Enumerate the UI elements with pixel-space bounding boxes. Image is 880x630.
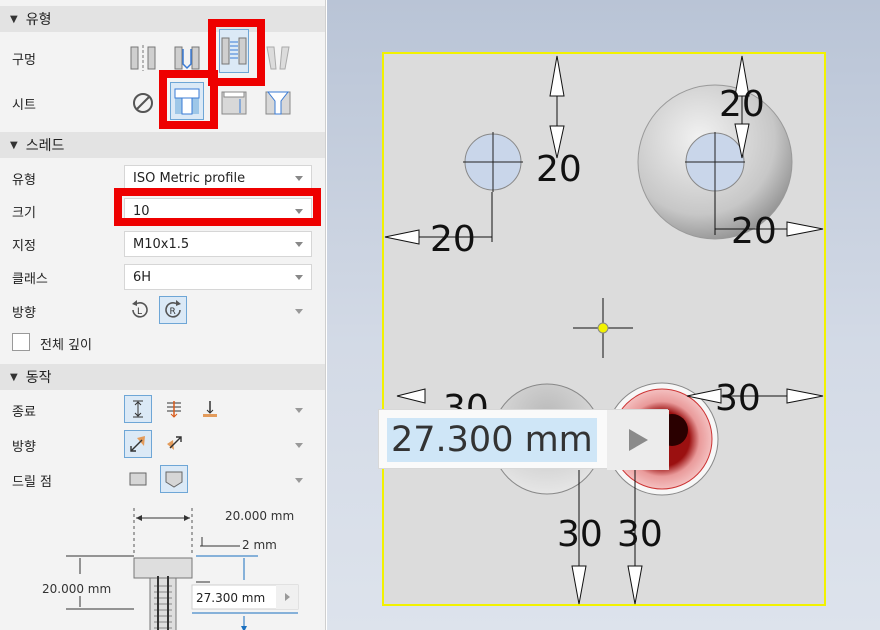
left-hand-thread-icon[interactable]: L: [126, 296, 154, 324]
dropdown-caret-icon: [295, 176, 303, 181]
distance-termination-icon[interactable]: [124, 395, 152, 423]
dimension-label[interactable]: 20: [719, 84, 765, 125]
default-direction-icon[interactable]: [124, 430, 152, 458]
dimension-label[interactable]: 20: [731, 211, 777, 252]
dimension-label[interactable]: 20: [430, 219, 476, 260]
collapse-triangle-icon: ▼: [10, 139, 18, 151]
section-thread-header[interactable]: ▼ 스레드: [0, 132, 325, 158]
center-point[interactable]: [597, 322, 609, 334]
value-input-popup[interactable]: 27.300 mm: [378, 409, 669, 470]
seat-label: 시트: [12, 98, 36, 113]
dropdown-caret-icon: [295, 242, 303, 247]
dimension-label[interactable]: 30: [557, 514, 603, 555]
expand-caret-icon[interactable]: [295, 478, 303, 483]
expand-caret-icon[interactable]: [295, 443, 303, 448]
dropdown-caret-icon: [295, 275, 303, 280]
collapse-triangle-icon: ▼: [10, 371, 18, 383]
flipped-direction-icon[interactable]: [160, 430, 188, 458]
hole-section-diagram: 20.000 mm 2 mm 20.000 mm 27.300 mm: [42, 508, 299, 630]
spotface-icon[interactable]: [219, 88, 249, 118]
section-title: 동작: [25, 370, 52, 386]
class-dropdown[interactable]: 6H: [124, 264, 312, 290]
sketch-canvas[interactable]: 20 20 20 20 30 30 30 30: [327, 0, 880, 630]
dia-dimension-text[interactable]: 20.000 mm: [225, 509, 294, 523]
hole-properties-panel: ▼ 유형 구멍 시트 ▼ 스레드 유형 ISO Metric profile 크…: [0, 0, 326, 630]
through-all-icon[interactable]: [160, 395, 188, 423]
designation-value: M10x1.5: [133, 236, 190, 252]
section-behavior-header[interactable]: ▼ 동작: [0, 364, 325, 390]
apply-button[interactable]: [607, 410, 669, 470]
countersink-icon[interactable]: [263, 88, 293, 118]
thread-depth-field-text[interactable]: 27.300 mm: [196, 591, 265, 605]
hole-label: 구멍: [12, 53, 36, 68]
svg-text:L: L: [137, 307, 142, 317]
collapse-triangle-icon: ▼: [10, 13, 18, 25]
to-face-icon[interactable]: [196, 395, 224, 423]
graphics-viewport[interactable]: 20 20 20 20 30 30 30 30: [327, 0, 880, 630]
simple-hole-icon[interactable]: [128, 43, 158, 73]
expand-caret-icon[interactable]: [295, 309, 303, 314]
thread-type-label: 유형: [12, 173, 36, 188]
depth-dimension-text[interactable]: 20.000 mm: [42, 582, 111, 596]
class-label: 클래스: [12, 272, 48, 287]
designation-dropdown[interactable]: M10x1.5: [124, 231, 312, 257]
section-title: 유형: [25, 12, 52, 28]
angle-drill-point-icon[interactable]: [160, 465, 188, 493]
right-hand-thread-icon[interactable]: R: [159, 296, 187, 324]
class-value: 6H: [133, 269, 152, 285]
dimension-label[interactable]: 30: [617, 514, 663, 555]
termination-label: 종료: [12, 405, 36, 420]
section-type-header[interactable]: ▼ 유형: [0, 6, 325, 32]
counterbore-highlight: [159, 70, 218, 129]
drill-point-label: 드릴 점: [12, 475, 53, 490]
thread-type-value: ISO Metric profile: [133, 170, 246, 186]
play-arrow-icon: [629, 429, 648, 451]
designation-label: 지정: [12, 239, 36, 254]
size-highlight: [114, 188, 321, 226]
flat-drill-point-icon[interactable]: [124, 465, 152, 493]
svg-text:R: R: [170, 307, 176, 317]
no-seat-icon[interactable]: [128, 88, 158, 118]
chamfer-dimension-text[interactable]: 2 mm: [242, 538, 277, 552]
clearance-hole-icon[interactable]: [172, 43, 202, 73]
thread-direction-label: 방향: [12, 306, 36, 321]
section-title: 스레드: [25, 138, 65, 154]
full-depth-label: 전체 깊이: [40, 338, 92, 353]
full-depth-checkbox[interactable]: [12, 333, 30, 351]
taper-tapped-hole-icon[interactable]: [263, 43, 293, 73]
dimension-label[interactable]: 20: [536, 149, 582, 190]
size-label: 크기: [12, 206, 36, 221]
behavior-direction-label: 방향: [12, 440, 36, 455]
dimension-label[interactable]: 30: [715, 378, 761, 419]
expand-caret-icon[interactable]: [295, 408, 303, 413]
value-input-field[interactable]: 27.300 mm: [387, 418, 597, 462]
